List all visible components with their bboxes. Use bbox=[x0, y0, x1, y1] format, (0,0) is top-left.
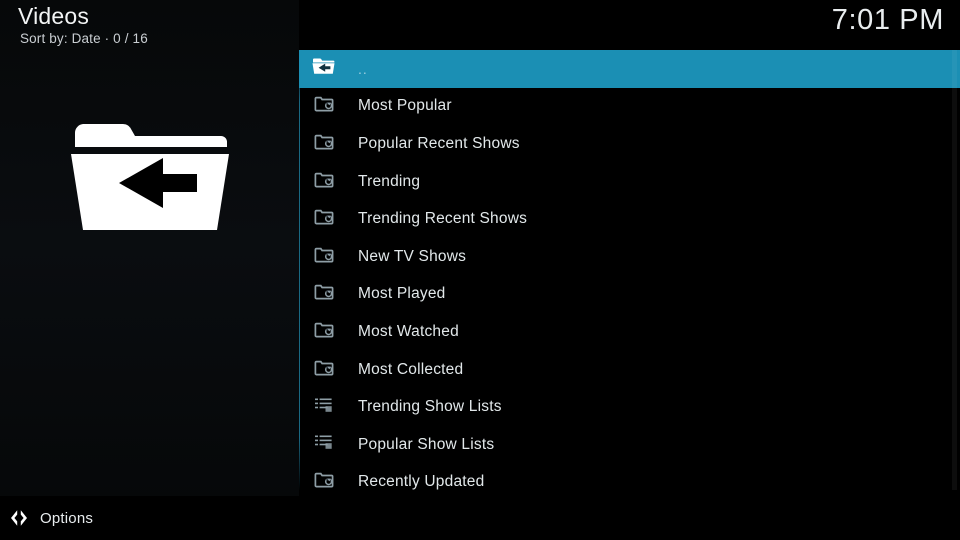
list-item[interactable]: Most Played bbox=[299, 276, 960, 314]
list-item-label: Most Popular bbox=[358, 97, 452, 115]
list-item-icon bbox=[310, 432, 337, 458]
page-title: Videos bbox=[18, 3, 90, 29]
list-item-icon bbox=[310, 319, 337, 345]
list-item-icon bbox=[310, 169, 337, 195]
list-item-label: Popular Show Lists bbox=[358, 435, 495, 453]
list-item[interactable]: Popular Recent Shows bbox=[299, 125, 960, 163]
left-info-panel: Videos Sort by: Date · 0 / 16 Options bbox=[0, 0, 299, 540]
folder-icon bbox=[314, 133, 334, 155]
list-item-label: Popular Recent Shows bbox=[358, 134, 520, 152]
list-item-icon bbox=[310, 357, 337, 383]
list-item-label: Trending Show Lists bbox=[358, 398, 502, 416]
left-right-chevron-icon bbox=[8, 507, 30, 529]
list-item-label: Recently Updated bbox=[358, 473, 485, 491]
list-item-icon bbox=[310, 394, 337, 420]
list-item[interactable]: Trending bbox=[299, 163, 960, 201]
list-item-icon bbox=[310, 56, 337, 81]
list-item[interactable]: Popular Show Lists bbox=[299, 426, 960, 464]
list-item-label: Most Watched bbox=[358, 322, 459, 340]
list-item-label: Most Collected bbox=[358, 360, 464, 378]
list-item[interactable]: Most Popular bbox=[299, 88, 960, 126]
list-item-label: Most Played bbox=[358, 285, 446, 303]
scrollbar-track[interactable] bbox=[952, 50, 957, 490]
sort-status-label: Sort by: Date · 0 / 16 bbox=[20, 31, 148, 46]
list-item-selected[interactable]: .. bbox=[299, 50, 960, 88]
list-item-icon bbox=[310, 93, 337, 119]
list-item[interactable]: Trending Show Lists bbox=[299, 388, 960, 426]
kodi-file-browser-screen: Videos Sort by: Date · 0 / 16 Options 7:… bbox=[0, 0, 960, 540]
folder-icon bbox=[314, 321, 334, 343]
folder-icon bbox=[314, 283, 334, 305]
list-item[interactable]: Most Watched bbox=[299, 313, 960, 351]
folder-icon bbox=[314, 359, 334, 381]
list-item[interactable]: Most Collected bbox=[299, 351, 960, 389]
list-item-icon bbox=[310, 469, 337, 495]
folder-icon bbox=[314, 208, 334, 230]
folder-icon bbox=[314, 171, 334, 193]
folder-back-icon bbox=[312, 57, 335, 80]
list-item-icon bbox=[310, 281, 337, 307]
list-item-label: .. bbox=[358, 60, 368, 77]
list-item[interactable]: Trending Recent Shows bbox=[299, 200, 960, 238]
list-item-label: Trending Recent Shows bbox=[358, 210, 528, 228]
folder-icon bbox=[314, 95, 334, 117]
file-list-panel: .. Most Popular Popular Recent Shows Trendi… bbox=[299, 0, 960, 540]
folder-icon bbox=[314, 471, 334, 493]
options-label: Options bbox=[40, 509, 94, 527]
preview-thumbnail bbox=[0, 95, 299, 255]
file-list[interactable]: .. Most Popular Popular Recent Shows Trendi… bbox=[299, 50, 960, 501]
list-item[interactable]: Recently Updated bbox=[299, 464, 960, 502]
options-bar[interactable]: Options bbox=[0, 496, 299, 540]
list-item-icon bbox=[310, 206, 337, 232]
folder-back-icon bbox=[67, 112, 233, 239]
list-item[interactable]: New TV Shows bbox=[299, 238, 960, 276]
list-item-label: Trending bbox=[358, 172, 421, 190]
list-icon bbox=[314, 397, 333, 418]
folder-icon bbox=[314, 246, 334, 268]
list-item-icon bbox=[310, 131, 337, 157]
list-item-label: New TV Shows bbox=[358, 247, 467, 265]
list-item-icon bbox=[310, 244, 337, 270]
list-icon bbox=[314, 434, 333, 455]
